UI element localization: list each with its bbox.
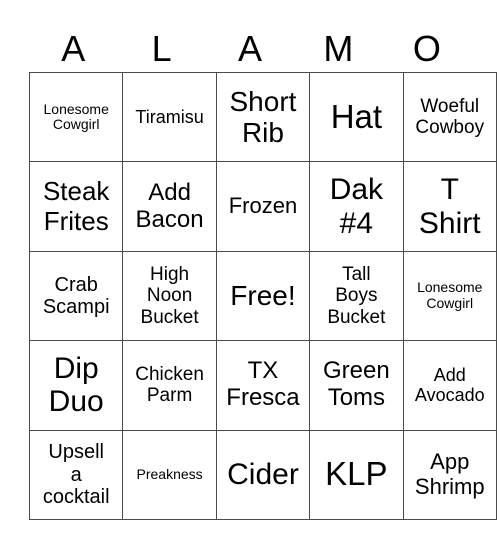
cell-text: Dak #4 — [329, 172, 384, 240]
bingo-cell[interactable]: Lonesome Cowgirl — [28, 71, 124, 163]
bingo-cell[interactable]: Tiramisu — [122, 71, 217, 163]
header-letter-1: A — [61, 28, 86, 69]
bingo-cell[interactable]: KLP — [309, 429, 404, 520]
bingo-cell[interactable]: Dip Duo — [28, 340, 124, 431]
bingo-grid: Lonesome Cowgirl Tiramisu Short Rib Hat … — [28, 71, 497, 520]
cell-text: Tall Boys Bucket — [327, 264, 386, 328]
bingo-cell[interactable]: Add Avocado — [402, 340, 497, 431]
bingo-cell[interactable]: TX Fresca — [215, 340, 311, 431]
bingo-header: A L A M O — [29, 26, 471, 72]
cell-text: Preakness — [136, 465, 203, 482]
bingo-cell[interactable]: High Noon Bucket — [122, 250, 217, 342]
bingo-cell[interactable]: Hat — [309, 71, 404, 163]
bingo-cell[interactable]: Dak #4 — [309, 161, 404, 252]
bingo-cell[interactable]: Lonesome Cowgirl — [402, 250, 497, 342]
cell-text: Free! — [230, 280, 296, 312]
header-letter-2: L — [151, 28, 172, 69]
cell-text: Lonesome Cowgirl — [43, 100, 109, 133]
cell-text: App Shrimp — [414, 449, 485, 499]
cell-text: Crab Scampi — [42, 273, 110, 318]
bingo-cell[interactable]: T Shirt — [402, 161, 497, 252]
bingo-row: Upsell a cocktail Preakness Cider KLP Ap… — [28, 429, 497, 520]
bingo-row: Lonesome Cowgirl Tiramisu Short Rib Hat … — [28, 71, 497, 163]
cell-text: Steak Frites — [42, 176, 110, 236]
cell-text: Hat — [330, 97, 383, 135]
bingo-cell[interactable]: Preakness — [122, 429, 217, 520]
header-letter-4: M — [323, 28, 354, 69]
bingo-cell[interactable]: Frozen — [215, 161, 311, 252]
bingo-cell[interactable]: App Shrimp — [402, 429, 497, 520]
bingo-row: Crab Scampi High Noon Bucket Free! Tall … — [28, 250, 497, 342]
cell-text: Frozen — [228, 193, 298, 219]
bingo-cell[interactable]: Chicken Parm — [122, 340, 217, 431]
bingo-cell[interactable]: Tall Boys Bucket — [309, 250, 404, 342]
cell-text: KLP — [325, 455, 388, 493]
bingo-cell[interactable]: Add Bacon — [122, 161, 217, 252]
cell-text: Tiramisu — [135, 107, 204, 128]
free-space-cell[interactable]: Free! — [215, 250, 311, 342]
cell-text: Chicken Parm — [135, 364, 204, 407]
bingo-row: Dip Duo Chicken Parm TX Fresca Green Tom… — [28, 340, 497, 431]
cell-text: High Noon Bucket — [140, 264, 199, 328]
cell-text: Lonesome Cowgirl — [417, 279, 483, 311]
bingo-cell[interactable]: Short Rib — [215, 71, 311, 163]
cell-text: T Shirt — [418, 172, 481, 240]
cell-text: Short Rib — [229, 85, 297, 149]
bingo-cell[interactable]: Upsell a cocktail — [28, 429, 124, 520]
bingo-cell[interactable]: Steak Frites — [28, 161, 124, 252]
cell-text: Upsell a cocktail — [42, 441, 110, 508]
bingo-cell[interactable]: Woeful Cowboy — [402, 71, 497, 163]
cell-text: Add Avocado — [414, 365, 485, 406]
cell-text: Add Bacon — [135, 178, 204, 233]
cell-text: Green Toms — [323, 357, 390, 412]
bingo-cell[interactable]: Cider — [215, 429, 311, 520]
cell-text: Woeful Cowboy — [415, 95, 485, 139]
cell-text: Cider — [227, 457, 299, 491]
header-letter-5: O — [412, 28, 441, 69]
bingo-row: Steak Frites Add Bacon Frozen Dak #4 T S… — [28, 161, 497, 252]
header-letter-3: A — [238, 28, 263, 69]
cell-text: Dip Duo — [48, 351, 104, 419]
bingo-cell[interactable]: Green Toms — [309, 340, 404, 431]
cell-text: TX Fresca — [226, 357, 300, 412]
bingo-cell[interactable]: Crab Scampi — [28, 250, 124, 342]
